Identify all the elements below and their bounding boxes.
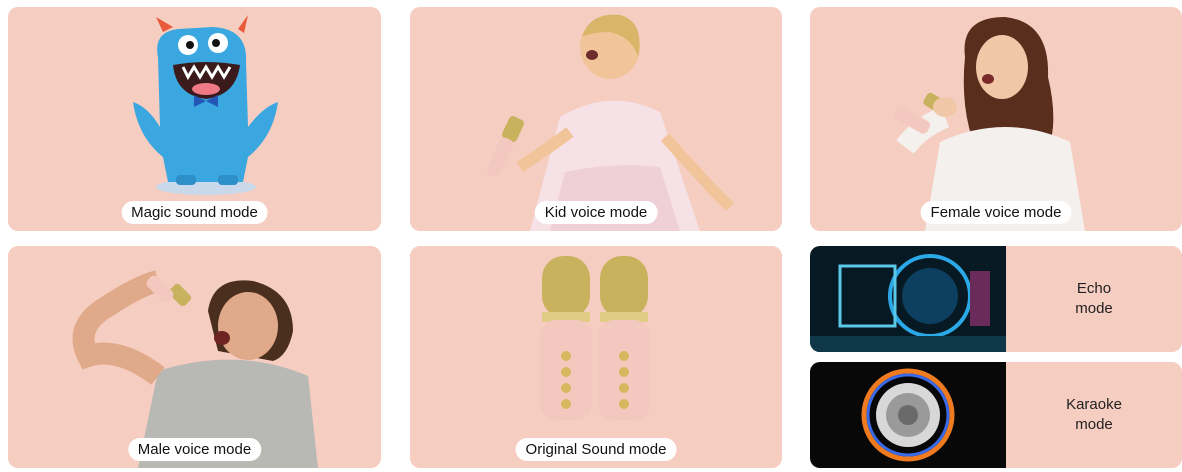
karaoke-line1: Karaoke: [1066, 396, 1122, 413]
two-pink-microphones-photo: [540, 256, 650, 420]
mode-label: Magic sound mode: [121, 201, 268, 224]
karaoke-line2: mode: [1075, 416, 1113, 433]
mode-label: Male voice mode: [127, 438, 262, 461]
karaoke-mode-label: Karaoke mode: [1006, 362, 1182, 468]
card-echo-mode: Echo mode: [810, 246, 1182, 352]
card-original-sound-mode: Original Sound mode: [410, 246, 782, 468]
woman-singing-photo: [893, 17, 1085, 231]
card-kid-voice-mode: Kid voice mode: [410, 7, 782, 231]
mode-label: Kid voice mode: [534, 201, 658, 224]
speaker-glow-photo: [810, 362, 1006, 468]
mode-label: Female voice mode: [920, 201, 1072, 224]
card-male-voice-mode: Male voice mode: [8, 246, 381, 468]
echo-line1: Echo: [1076, 280, 1112, 297]
card-female-voice-mode: Female voice mode: [810, 7, 1182, 231]
echo-mode-label: Echo mode: [1006, 246, 1182, 352]
echo-line2: mode: [1075, 300, 1113, 317]
man-singing-photo: [72, 270, 318, 468]
mode-label: Original Sound mode: [515, 438, 677, 461]
card-karaoke-mode: Karaoke mode: [810, 362, 1182, 468]
blue-monster-illustration: [133, 15, 278, 195]
card-magic-sound-mode: Magic sound mode: [8, 7, 381, 231]
neon-tunnel-photo: [810, 246, 1006, 352]
girl-singing-photo: [486, 14, 734, 231]
